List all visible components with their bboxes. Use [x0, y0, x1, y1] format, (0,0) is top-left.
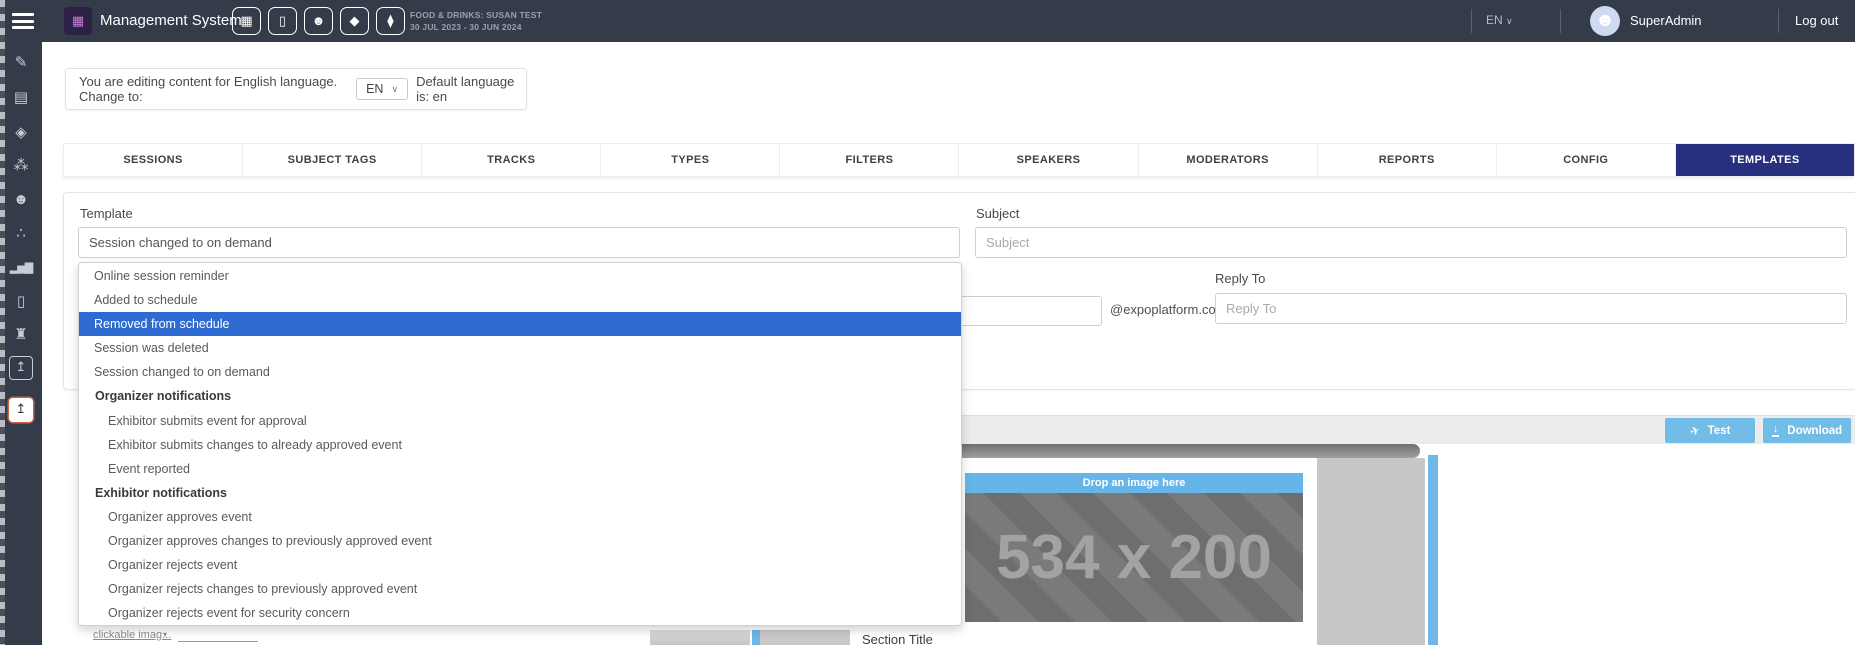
reply-to-input[interactable]: [1215, 293, 1847, 324]
event-dates: 30 JUL 2023 - 30 JUN 2024: [410, 21, 542, 33]
download-icon: ↓: [1772, 424, 1780, 437]
language-notice: You are editing content for English lang…: [65, 68, 527, 110]
editor-scrollbar[interactable]: [1428, 455, 1438, 645]
education-icon[interactable]: ⧫: [376, 7, 405, 35]
test-button[interactable]: ✈ Test: [1665, 418, 1755, 443]
language-select[interactable]: EN ∨: [356, 78, 408, 100]
speakers-icon[interactable]: ⁂: [9, 154, 33, 178]
template-select-input[interactable]: [78, 227, 960, 258]
app-logo: ▦: [64, 7, 92, 35]
app-title: Management System: [100, 12, 242, 29]
dropdown-option[interactable]: Event reported: [79, 457, 961, 481]
mobile-icon[interactable]: ▯: [268, 7, 297, 35]
export-doc-icon[interactable]: ↥: [9, 356, 33, 380]
hamburger-menu-icon[interactable]: [12, 13, 34, 29]
dropdown-option[interactable]: Removed from schedule: [79, 312, 961, 336]
avatar[interactable]: ☻: [1590, 6, 1620, 36]
dropdown-option[interactable]: Organizer rejects event: [79, 553, 961, 577]
mobile-app-icon[interactable]: ▯: [9, 290, 33, 314]
module-bar: [760, 630, 850, 645]
send-icon: ✈: [1688, 422, 1702, 438]
left-sidebar: ✎ ▤ ◈ ⁂ ☻ ∴ ▂▅▇ ▯ ♜ ↥ ↥: [0, 42, 42, 645]
people-icon[interactable]: ☻: [9, 188, 33, 212]
booth-icon[interactable]: ♜: [9, 323, 33, 347]
analytics-icon[interactable]: ▂▅▇: [9, 256, 33, 280]
dropdown-option[interactable]: Organizer notifications: [79, 384, 961, 408]
template-dropdown-list: Online session reminderAdded to schedule…: [78, 262, 962, 626]
header-divider: [1471, 9, 1472, 33]
reply-to-label: Reply To: [1215, 271, 1265, 286]
calendar-icon[interactable]: ▦: [232, 7, 261, 35]
username[interactable]: SuperAdmin: [1630, 13, 1702, 28]
chevron-down-icon: ∨: [391, 84, 398, 95]
top-header: ▦ Management System ▦▯☻◆⧫ FOOD & DRINKS:…: [0, 0, 1855, 42]
default-language-note: Default language is: en: [416, 74, 526, 104]
module-accent-bar: [752, 630, 760, 645]
logout-button[interactable]: Log out: [1795, 13, 1838, 28]
share-icon[interactable]: ∴: [9, 222, 33, 246]
tags-icon[interactable]: ◈: [9, 121, 33, 145]
dropdown-option[interactable]: Organizer approves event: [79, 505, 961, 529]
chevron-down-icon: ∨: [1506, 16, 1513, 26]
upload-doc-icon[interactable]: ↥: [9, 398, 33, 422]
download-button[interactable]: ↓ Download: [1763, 418, 1851, 443]
dropdown-option[interactable]: Organizer approves changes to previously…: [79, 529, 961, 553]
dropdown-option[interactable]: Session changed to on demand: [79, 360, 961, 384]
dropdown-option[interactable]: Exhibitor submits event for approval: [79, 409, 961, 433]
email-domain-text: @expoplatform.com: [1110, 302, 1227, 317]
sessions-icon[interactable]: ▤: [9, 86, 33, 110]
edit-icon[interactable]: ✎: [9, 51, 33, 75]
event-name: FOOD & DRINKS: SUSAN TEST: [410, 9, 542, 21]
image-drop-zone[interactable]: Drop an image here: [965, 473, 1303, 493]
users-icon[interactable]: ☻: [304, 7, 333, 35]
blank-field-underline[interactable]: [178, 641, 258, 642]
dropdown-option[interactable]: Exhibitor notifications: [79, 481, 961, 505]
header-icon-buttons: ▦▯☻◆⧫: [232, 7, 405, 35]
dropdown-option[interactable]: Added to schedule: [79, 288, 961, 312]
screen-edge-artifact: [0, 0, 5, 645]
tab-bar: SESSIONSSUBJECT TAGSTRACKSTYPESFILTERSSP…: [63, 143, 1855, 177]
chevron-down-icon: ▾: [163, 630, 167, 639]
image-placeholder[interactable]: 534 x 200: [965, 493, 1303, 622]
template-label: Template: [80, 206, 133, 221]
subject-label: Subject: [976, 206, 1019, 221]
dropdown-option[interactable]: Session was deleted: [79, 336, 961, 360]
dropdown-option[interactable]: Organizer rejects event for security con…: [79, 601, 961, 625]
header-language-select[interactable]: EN ∨: [1486, 13, 1513, 27]
event-info: FOOD & DRINKS: SUSAN TEST 30 JUL 2023 - …: [410, 9, 542, 33]
notice-text: You are editing content for English lang…: [79, 74, 348, 104]
dropdown-option[interactable]: Online session reminder: [79, 264, 961, 288]
module-bar: [650, 630, 750, 645]
image-placeholder-size: 534 x 200: [996, 522, 1272, 593]
dropdown-option[interactable]: Organizer rejects changes to previously …: [79, 577, 961, 601]
clickable-image-link[interactable]: clickable imag...: [93, 629, 171, 641]
editor-gutter: [1317, 458, 1425, 645]
tag-icon[interactable]: ◆: [340, 7, 369, 35]
dropdown-option[interactable]: Exhibitor submits changes to already app…: [79, 433, 961, 457]
header-divider: [1560, 9, 1561, 33]
subject-input[interactable]: [975, 227, 1847, 258]
header-divider: [1778, 9, 1779, 33]
